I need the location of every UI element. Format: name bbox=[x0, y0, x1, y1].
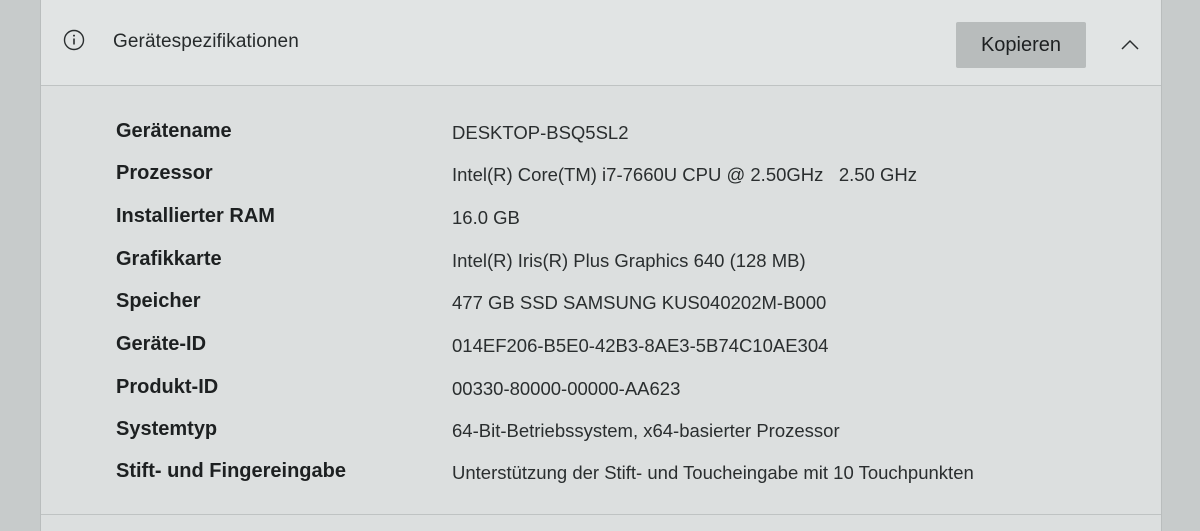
spec-value: 16.0 GB bbox=[452, 207, 520, 228]
spec-row-device-id: Geräte-ID 014EF206-B5E0-42B3-8AE3-5B74C1… bbox=[41, 333, 1161, 367]
copy-button[interactable]: Kopieren bbox=[956, 22, 1086, 68]
spec-row-product-id: Produkt-ID 00330-80000-00000-AA623 bbox=[41, 376, 1161, 410]
spec-label: Gerätename bbox=[116, 120, 232, 142]
chevron-up-icon[interactable] bbox=[1115, 30, 1145, 60]
spec-label: Installierter RAM bbox=[116, 205, 275, 227]
spec-label: Systemtyp bbox=[116, 418, 218, 440]
spec-label: Prozessor bbox=[116, 162, 213, 184]
info-icon bbox=[63, 29, 85, 51]
spec-value: 64-Bit-Betriebssystem, x64-basierter Pro… bbox=[452, 420, 840, 441]
spec-label: Grafikkarte bbox=[116, 248, 222, 270]
divider bbox=[41, 514, 1161, 515]
spec-value: Intel(R) Core(TM) i7-7660U CPU @ 2.50GHz… bbox=[452, 164, 917, 185]
section-title: Gerätespezifikationen bbox=[113, 31, 299, 52]
spec-value: 00330-80000-00000-AA623 bbox=[452, 378, 681, 399]
panel-header[interactable]: Gerätespezifikationen Kopieren bbox=[41, 0, 1161, 86]
spec-row-ram: Installierter RAM 16.0 GB bbox=[41, 205, 1161, 239]
spec-row-system-type: Systemtyp 64-Bit-Betriebssystem, x64-bas… bbox=[41, 418, 1161, 452]
spec-row-pen-touch: Stift- und Fingereingabe Unterstützung d… bbox=[41, 460, 1161, 494]
spec-row-processor: Prozessor Intel(R) Core(TM) i7-7660U CPU… bbox=[41, 162, 1161, 196]
spec-value: Unterstützung der Stift- und Toucheingab… bbox=[452, 462, 974, 483]
device-specifications-panel: Gerätespezifikationen Kopieren Gerätenam… bbox=[40, 0, 1162, 531]
spec-row-device-name: Gerätename DESKTOP-BSQ5SL2 bbox=[41, 120, 1161, 154]
spec-value: 477 GB SSD SAMSUNG KUS040202M-B000 bbox=[452, 292, 827, 313]
spec-value: Intel(R) Iris(R) Plus Graphics 640 (128 … bbox=[452, 250, 806, 271]
spec-value: DESKTOP-BSQ5SL2 bbox=[452, 122, 629, 143]
spec-row-storage: Speicher 477 GB SSD SAMSUNG KUS040202M-B… bbox=[41, 290, 1161, 324]
spec-value: 014EF206-B5E0-42B3-8AE3-5B74C10AE304 bbox=[452, 335, 829, 356]
spec-row-graphics: Grafikkarte Intel(R) Iris(R) Plus Graphi… bbox=[41, 248, 1161, 282]
spec-label: Stift- und Fingereingabe bbox=[116, 460, 346, 482]
spec-label: Geräte-ID bbox=[116, 333, 207, 355]
spec-label: Produkt-ID bbox=[116, 376, 219, 398]
spec-label: Speicher bbox=[116, 290, 201, 312]
